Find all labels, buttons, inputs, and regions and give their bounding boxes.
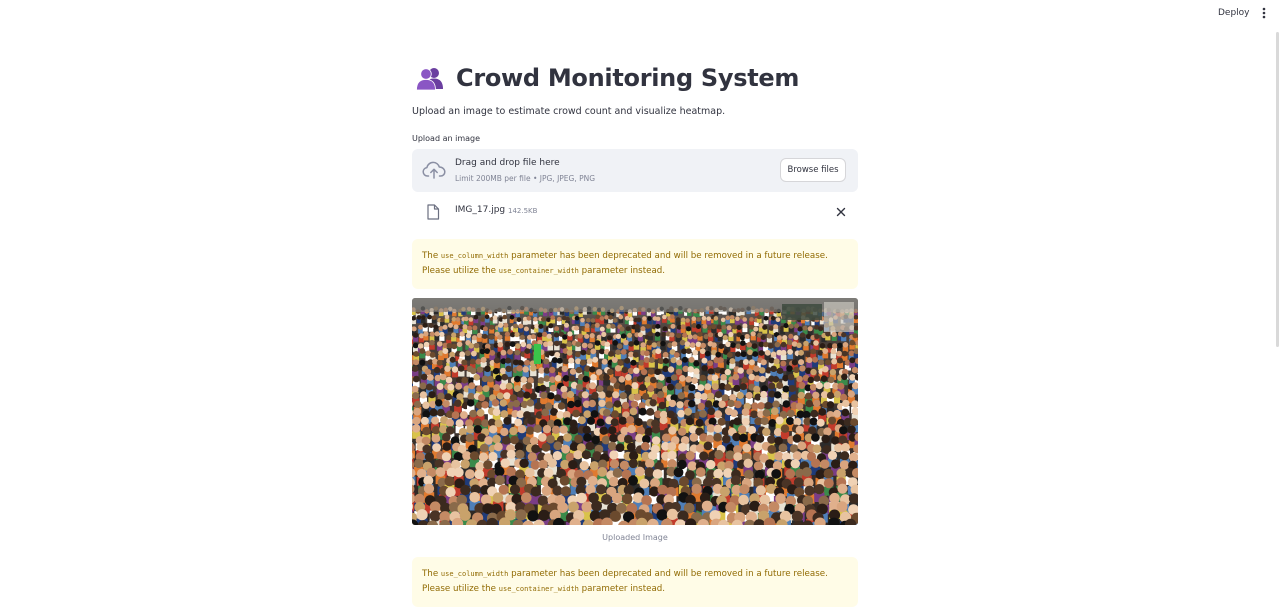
warning-code: use_container_width [498,585,579,593]
page-title-row: Crowd Monitoring System [416,60,799,96]
app-header: Deploy [0,0,1280,26]
uploaded-crowd-image [412,298,858,525]
file-dropzone[interactable]: Drag and drop file here Limit 200MB per … [412,149,858,192]
more-vertical-icon[interactable] [1258,5,1270,21]
deprecation-warning: The use_column_width parameter has been … [412,557,858,607]
file-icon [427,204,440,220]
close-icon[interactable] [835,206,847,218]
uploader-label: Upload an image [412,134,481,143]
uploaded-file-row: IMG_17.jpg 142.5KB [412,200,858,224]
page-subtitle: Upload an image to estimate crowd count … [412,106,726,117]
crowd-photo [412,298,858,525]
warning-code: use_column_width [440,570,509,578]
warning-text: The [422,569,441,579]
dropzone-title: Drag and drop file here [455,158,560,168]
uploaded-file-size: 142.5KB [508,207,538,215]
uploaded-file-name: IMG_17.jpg [455,205,506,215]
warning-text: parameter instead. [578,266,666,276]
browse-files-button[interactable]: Browse files [780,158,846,182]
warning-text: The [422,251,441,261]
page-title: Crowd Monitoring System [456,64,800,92]
page-scrollbar[interactable] [1276,32,1279,347]
warning-code: use_container_width [498,267,579,275]
dropzone-limit-text: Limit 200MB per file • JPG, JPEG, PNG [455,174,596,183]
warning-text: parameter instead. [578,584,666,594]
image-caption: Uploaded Image [602,533,668,542]
cloud-upload-icon [422,161,446,179]
deploy-button[interactable]: Deploy [1214,7,1254,19]
busts-in-silhouette-icon [416,68,443,90]
deprecation-warning: The use_column_width parameter has been … [412,239,858,289]
warning-code: use_column_width [440,252,509,260]
